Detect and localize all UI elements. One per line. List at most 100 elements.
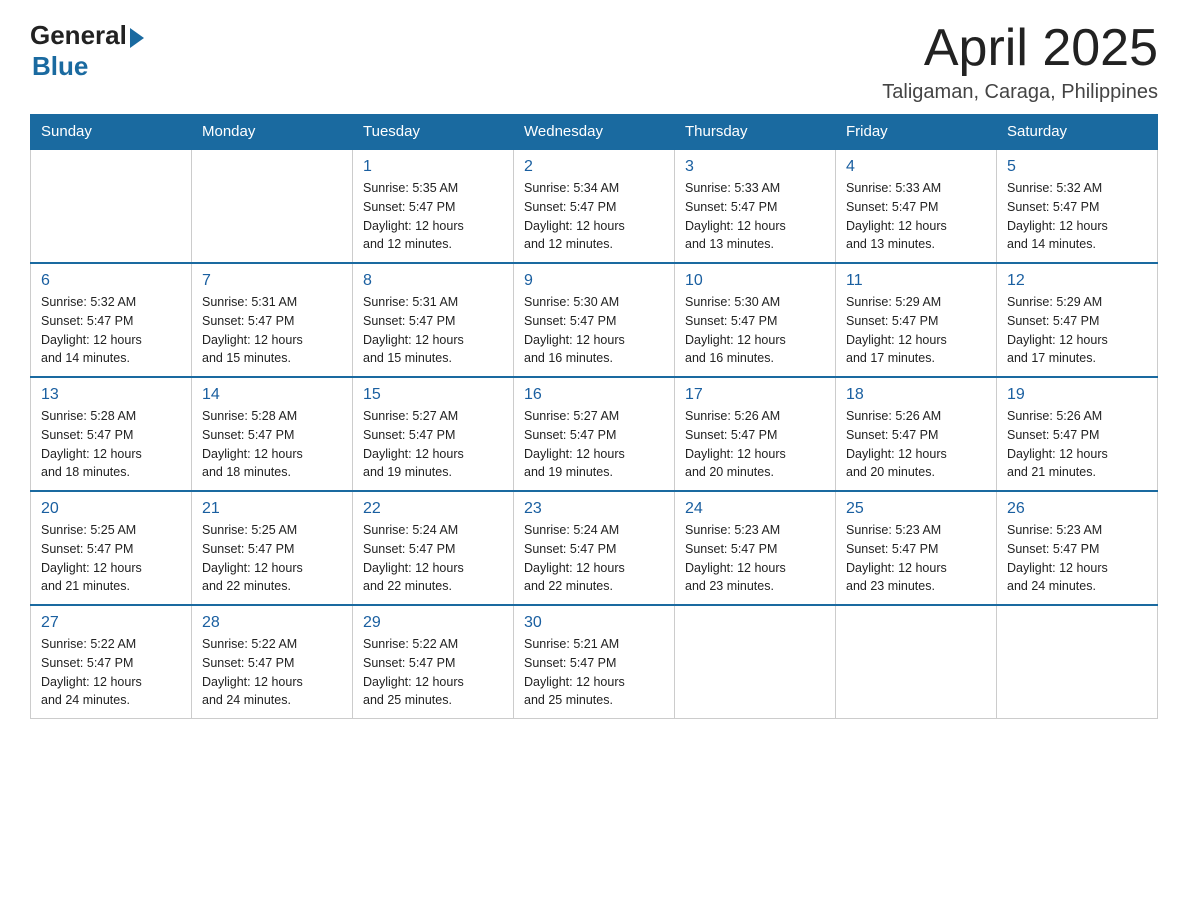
- day-info: Sunrise: 5:29 AM Sunset: 5:47 PM Dayligh…: [1007, 293, 1147, 368]
- day-number: 27: [41, 614, 181, 632]
- calendar-cell: 25Sunrise: 5:23 AM Sunset: 5:47 PM Dayli…: [836, 491, 997, 605]
- calendar-header-tuesday: Tuesday: [353, 115, 514, 150]
- calendar-cell: 3 Sunrise: 5:33 AM Sunset: 5:47 PM Daylig…: [675, 149, 836, 263]
- calendar-cell: 17 Sunrise: 5:26 AM Sunset: 5:47 PM Dayli…: [675, 377, 836, 491]
- calendar-cell: 10Sunrise: 5:30 AM Sunset: 5:47 PM Dayli…: [675, 263, 836, 377]
- day-info: Sunrise: 5:22 AM Sunset: 5:47 PM Dayligh…: [41, 635, 181, 710]
- calendar-cell: 2 Sunrise: 5:34 AM Sunset: 5:47 PM Daylig…: [514, 149, 675, 263]
- day-info: Sunrise: 5:22 AM Sunset: 5:47 PM Dayligh…: [202, 635, 342, 710]
- calendar-cell: 13Sunrise: 5:28 AM Sunset: 5:47 PM Dayli…: [31, 377, 192, 491]
- day-info: Sunrise: 5:32 AM Sunset: 5:47 PM Dayligh…: [1007, 179, 1147, 254]
- day-info: Sunrise: 5:25 AM Sunset: 5:47 PM Dayligh…: [41, 521, 181, 596]
- calendar-header-thursday: Thursday: [675, 115, 836, 150]
- calendar-cell: 18 Sunrise: 5:26 AM Sunset: 5:47 PM Dayli…: [836, 377, 997, 491]
- calendar-cell: 14 Sunrise: 5:28 AM Sunset: 5:47 PM Dayli…: [192, 377, 353, 491]
- calendar-cell: 24 Sunrise: 5:23 AM Sunset: 5:47 PM Dayli…: [675, 491, 836, 605]
- day-number: 19: [1007, 386, 1147, 404]
- day-number: 24: [685, 500, 825, 518]
- day-number: 18: [846, 386, 986, 404]
- day-info: Sunrise: 5:22 AM Sunset: 5:47 PM Dayligh…: [363, 635, 503, 710]
- calendar-table: SundayMondayTuesdayWednesdayThursdayFrid…: [30, 114, 1158, 719]
- title-block: April 2025 Taligaman, Caraga, Philippine…: [882, 20, 1158, 104]
- day-info: Sunrise: 5:29 AM Sunset: 5:47 PM Dayligh…: [846, 293, 986, 368]
- day-number: 25: [846, 500, 986, 518]
- page-header: General Blue April 2025 Taligaman, Carag…: [30, 20, 1158, 104]
- calendar-cell: [192, 149, 353, 263]
- day-number: 29: [363, 614, 503, 632]
- day-info: Sunrise: 5:26 AM Sunset: 5:47 PM Dayligh…: [846, 407, 986, 482]
- day-info: Sunrise: 5:23 AM Sunset: 5:47 PM Dayligh…: [685, 521, 825, 596]
- day-number: 23: [524, 500, 664, 518]
- day-number: 11: [846, 272, 986, 290]
- calendar-week-1: 1 Sunrise: 5:35 AM Sunset: 5:47 PM Daylig…: [31, 149, 1158, 263]
- day-number: 20: [41, 500, 181, 518]
- day-number: 26: [1007, 500, 1147, 518]
- month-title: April 2025: [882, 20, 1158, 77]
- day-info: Sunrise: 5:25 AM Sunset: 5:47 PM Dayligh…: [202, 521, 342, 596]
- day-number: 28: [202, 614, 342, 632]
- day-info: Sunrise: 5:33 AM Sunset: 5:47 PM Dayligh…: [846, 179, 986, 254]
- calendar-header-friday: Friday: [836, 115, 997, 150]
- calendar-cell: 20 Sunrise: 5:25 AM Sunset: 5:47 PM Dayli…: [31, 491, 192, 605]
- day-info: Sunrise: 5:27 AM Sunset: 5:47 PM Dayligh…: [363, 407, 503, 482]
- day-info: Sunrise: 5:31 AM Sunset: 5:47 PM Dayligh…: [202, 293, 342, 368]
- calendar-cell: [836, 605, 997, 719]
- calendar-header-sunday: Sunday: [31, 115, 192, 150]
- calendar-week-5: 27 Sunrise: 5:22 AM Sunset: 5:47 PM Dayli…: [31, 605, 1158, 719]
- calendar-cell: [997, 605, 1158, 719]
- calendar-cell: 28 Sunrise: 5:22 AM Sunset: 5:47 PM Dayli…: [192, 605, 353, 719]
- day-info: Sunrise: 5:26 AM Sunset: 5:47 PM Dayligh…: [1007, 407, 1147, 482]
- calendar-header-wednesday: Wednesday: [514, 115, 675, 150]
- day-number: 5: [1007, 158, 1147, 176]
- calendar-cell: [31, 149, 192, 263]
- day-number: 14: [202, 386, 342, 404]
- day-number: 12: [1007, 272, 1147, 290]
- day-number: 17: [685, 386, 825, 404]
- day-info: Sunrise: 5:30 AM Sunset: 5:47 PM Dayligh…: [524, 293, 664, 368]
- calendar-cell: 23 Sunrise: 5:24 AM Sunset: 5:47 PM Dayli…: [514, 491, 675, 605]
- day-info: Sunrise: 5:31 AM Sunset: 5:47 PM Dayligh…: [363, 293, 503, 368]
- calendar-header-saturday: Saturday: [997, 115, 1158, 150]
- calendar-cell: 21 Sunrise: 5:25 AM Sunset: 5:47 PM Dayli…: [192, 491, 353, 605]
- day-number: 21: [202, 500, 342, 518]
- calendar-cell: 19 Sunrise: 5:26 AM Sunset: 5:47 PM Dayli…: [997, 377, 1158, 491]
- day-number: 2: [524, 158, 664, 176]
- day-info: Sunrise: 5:23 AM Sunset: 5:47 PM Dayligh…: [1007, 521, 1147, 596]
- calendar-cell: 9 Sunrise: 5:30 AM Sunset: 5:47 PM Daylig…: [514, 263, 675, 377]
- calendar-header-monday: Monday: [192, 115, 353, 150]
- logo-arrow-icon: [130, 28, 144, 48]
- day-info: Sunrise: 5:34 AM Sunset: 5:47 PM Dayligh…: [524, 179, 664, 254]
- day-number: 3: [685, 158, 825, 176]
- logo-blue-text: Blue: [32, 51, 144, 82]
- day-info: Sunrise: 5:21 AM Sunset: 5:47 PM Dayligh…: [524, 635, 664, 710]
- day-number: 15: [363, 386, 503, 404]
- calendar-cell: 12 Sunrise: 5:29 AM Sunset: 5:47 PM Dayli…: [997, 263, 1158, 377]
- day-info: Sunrise: 5:35 AM Sunset: 5:47 PM Dayligh…: [363, 179, 503, 254]
- calendar-cell: 30 Sunrise: 5:21 AM Sunset: 5:47 PM Dayli…: [514, 605, 675, 719]
- calendar-cell: 6 Sunrise: 5:32 AM Sunset: 5:47 PM Daylig…: [31, 263, 192, 377]
- day-info: Sunrise: 5:28 AM Sunset: 5:47 PM Dayligh…: [202, 407, 342, 482]
- calendar-cell: 26 Sunrise: 5:23 AM Sunset: 5:47 PM Dayli…: [997, 491, 1158, 605]
- day-number: 10: [685, 272, 825, 290]
- day-number: 7: [202, 272, 342, 290]
- calendar-cell: 4 Sunrise: 5:33 AM Sunset: 5:47 PM Daylig…: [836, 149, 997, 263]
- day-number: 4: [846, 158, 986, 176]
- location-text: Taligaman, Caraga, Philippines: [882, 81, 1158, 104]
- day-number: 1: [363, 158, 503, 176]
- day-info: Sunrise: 5:28 AM Sunset: 5:47 PM Dayligh…: [41, 407, 181, 482]
- day-info: Sunrise: 5:33 AM Sunset: 5:47 PM Dayligh…: [685, 179, 825, 254]
- day-number: 9: [524, 272, 664, 290]
- day-number: 6: [41, 272, 181, 290]
- day-info: Sunrise: 5:26 AM Sunset: 5:47 PM Dayligh…: [685, 407, 825, 482]
- day-number: 8: [363, 272, 503, 290]
- day-info: Sunrise: 5:32 AM Sunset: 5:47 PM Dayligh…: [41, 293, 181, 368]
- day-info: Sunrise: 5:24 AM Sunset: 5:47 PM Dayligh…: [363, 521, 503, 596]
- day-info: Sunrise: 5:24 AM Sunset: 5:47 PM Dayligh…: [524, 521, 664, 596]
- logo-general-text: General: [30, 20, 127, 51]
- calendar-cell: 8 Sunrise: 5:31 AM Sunset: 5:47 PM Daylig…: [353, 263, 514, 377]
- calendar-cell: 27 Sunrise: 5:22 AM Sunset: 5:47 PM Dayli…: [31, 605, 192, 719]
- calendar-week-3: 13Sunrise: 5:28 AM Sunset: 5:47 PM Dayli…: [31, 377, 1158, 491]
- logo: General Blue: [30, 20, 144, 82]
- day-number: 30: [524, 614, 664, 632]
- day-number: 16: [524, 386, 664, 404]
